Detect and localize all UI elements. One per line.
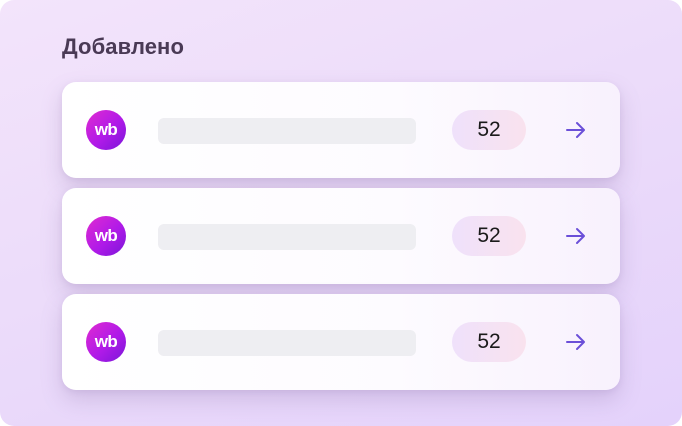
- item-name-placeholder: [158, 224, 416, 250]
- section-title: Добавлено: [62, 34, 184, 59]
- wb-logo-icon: wb: [86, 322, 126, 362]
- count-badge: 52: [452, 110, 526, 150]
- arrow-right-icon[interactable]: [564, 226, 588, 246]
- item-name-placeholder: [158, 330, 416, 356]
- count-badge: 52: [452, 322, 526, 362]
- added-panel: Добавлено wb 52 wb 52 wb 52: [0, 0, 682, 426]
- count-badge: 52: [452, 216, 526, 256]
- arrow-right-icon[interactable]: [564, 332, 588, 352]
- arrow-right-icon[interactable]: [564, 120, 588, 140]
- list-item[interactable]: wb 52: [62, 82, 620, 178]
- item-name-placeholder: [158, 118, 416, 144]
- list-item[interactable]: wb 52: [62, 188, 620, 284]
- wb-logo-icon: wb: [86, 110, 126, 150]
- added-list: wb 52 wb 52 wb 52: [62, 82, 620, 400]
- wb-logo-icon: wb: [86, 216, 126, 256]
- list-item[interactable]: wb 52: [62, 294, 620, 390]
